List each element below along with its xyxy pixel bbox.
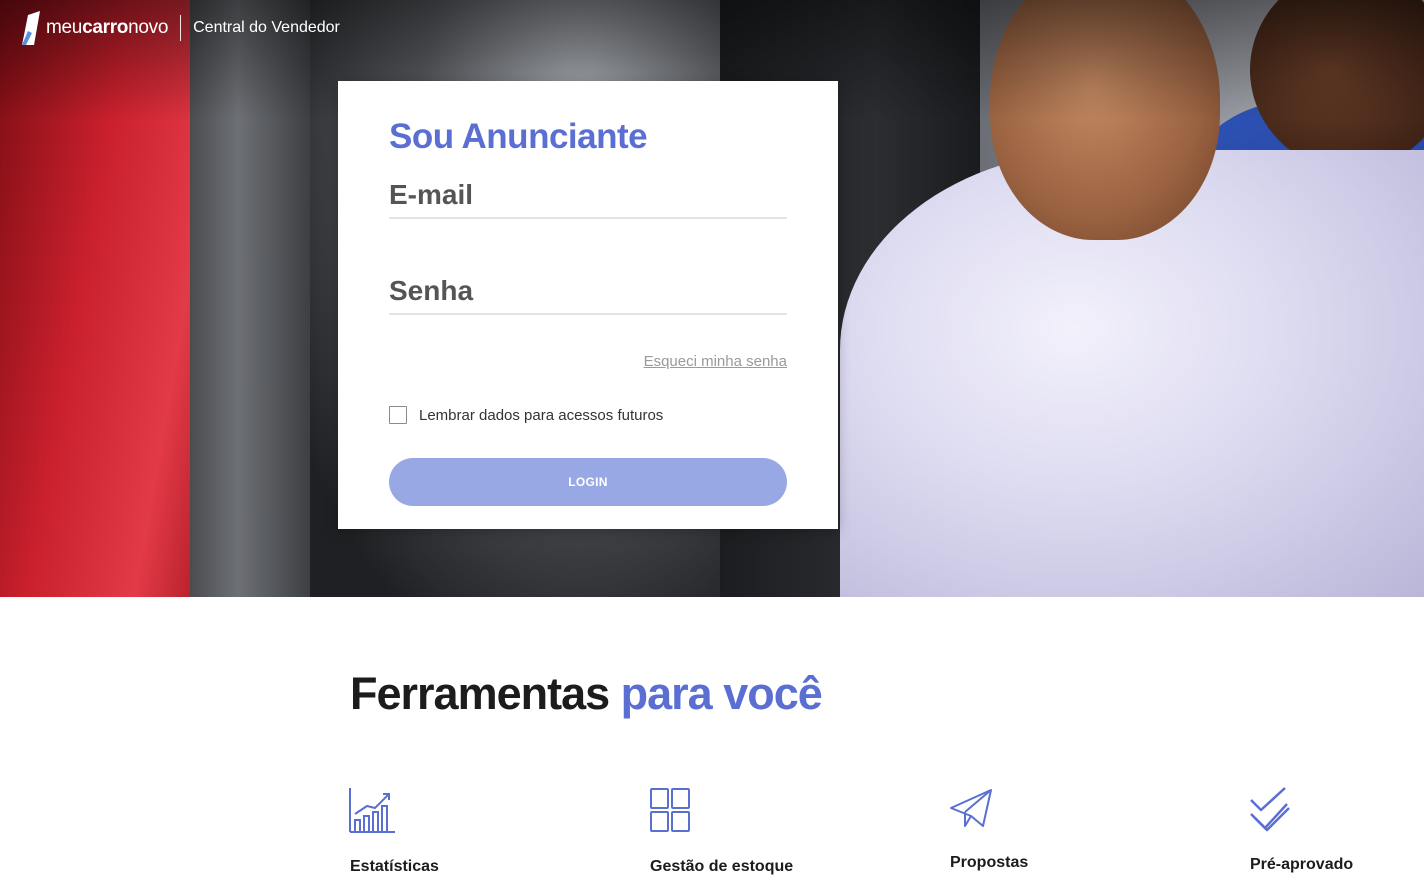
tool-gestao-estoque[interactable]: Gestão de estoque bbox=[650, 786, 793, 875]
password-field[interactable] bbox=[389, 271, 787, 311]
header-subtitle: Central do Vendedor bbox=[193, 19, 340, 36]
tool-pre-aprovado[interactable]: Pré-aprovado bbox=[1249, 786, 1353, 873]
logo-wordmark[interactable]: meucarronovo bbox=[46, 17, 168, 39]
email-field-wrapper bbox=[389, 175, 787, 219]
tools-heading-accent: para você bbox=[620, 668, 823, 719]
logo-text-light: meu bbox=[46, 17, 83, 38]
tool-label: Estatísticas bbox=[350, 858, 439, 875]
login-card: Sou Anunciante Esqueci minha senha Lembr… bbox=[338, 81, 838, 529]
double-check-icon bbox=[1250, 787, 1290, 832]
tools-heading: Ferramentas para você bbox=[350, 666, 823, 722]
login-title: Sou Anunciante bbox=[389, 117, 648, 156]
password-field-wrapper bbox=[389, 271, 787, 315]
grid-icon bbox=[650, 788, 690, 832]
bar-chart-icon bbox=[349, 788, 395, 833]
forgot-row: Esqueci minha senha bbox=[389, 353, 787, 373]
remember-row: Lembrar dados para acessos futuros bbox=[389, 405, 787, 425]
tool-propostas[interactable]: Propostas bbox=[949, 786, 1028, 871]
forgot-password-link[interactable]: Esqueci minha senha bbox=[644, 353, 787, 370]
login-button[interactable]: LOGIN bbox=[389, 458, 787, 506]
tools-heading-main: Ferramentas bbox=[350, 668, 621, 719]
remember-checkbox[interactable] bbox=[389, 406, 407, 424]
logo-icon[interactable] bbox=[20, 11, 42, 45]
tool-label: Propostas bbox=[950, 854, 1029, 871]
tool-label: Gestão de estoque bbox=[650, 858, 794, 875]
logo-text-end: novo bbox=[128, 17, 169, 38]
header-divider bbox=[180, 15, 182, 41]
logo-text-bold: carro bbox=[82, 17, 129, 38]
email-field[interactable] bbox=[389, 175, 787, 215]
paper-plane-icon bbox=[950, 789, 992, 827]
tool-estatisticas[interactable]: Estatísticas bbox=[349, 786, 439, 875]
remember-label[interactable]: Lembrar dados para acessos futuros bbox=[419, 407, 663, 424]
top-bar: meucarronovo Central do Vendedor bbox=[20, 8, 340, 48]
tool-label: Pré-aprovado bbox=[1250, 856, 1354, 873]
